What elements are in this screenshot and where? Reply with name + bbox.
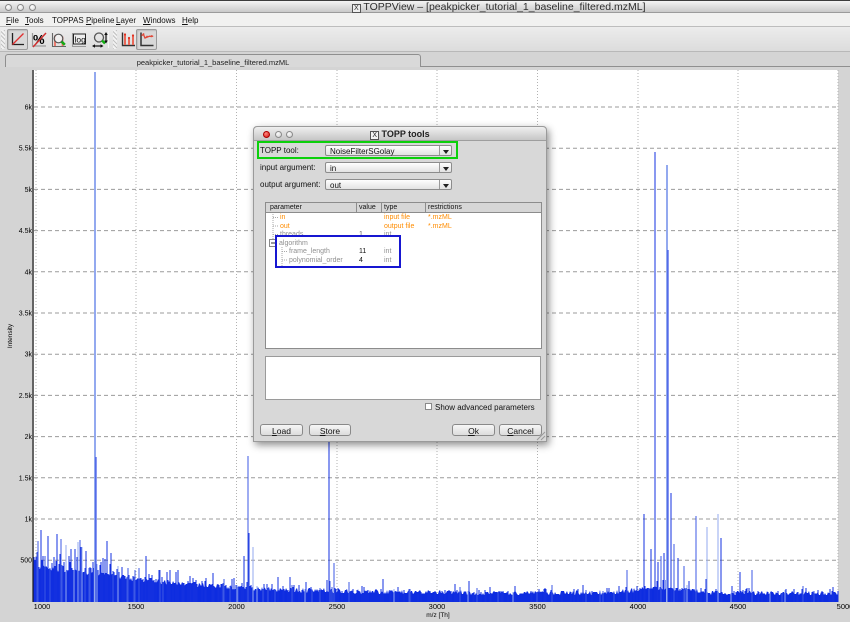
svg-text:2k: 2k (25, 434, 33, 441)
svg-text:Intensity: Intensity (7, 323, 14, 348)
svg-text:3000: 3000 (429, 602, 446, 611)
svg-text:1000: 1000 (34, 602, 51, 611)
svg-text:2500: 2500 (329, 602, 346, 611)
svg-text:5000: 5000 (837, 602, 850, 611)
svg-text:500: 500 (20, 558, 32, 565)
svg-text:2.5k: 2.5k (19, 393, 33, 400)
svg-text:1.5k: 1.5k (19, 475, 33, 482)
svg-text:4000: 4000 (630, 602, 647, 611)
svg-text:m/z [Th]: m/z [Th] (426, 612, 450, 619)
svg-text:6k: 6k (25, 105, 33, 112)
svg-text:4k: 4k (25, 269, 33, 276)
svg-text:1500: 1500 (128, 602, 145, 611)
svg-text:1k: 1k (25, 517, 33, 524)
svg-text:2000: 2000 (228, 602, 245, 611)
svg-text:3.5k: 3.5k (19, 311, 33, 318)
svg-text:3k: 3k (25, 352, 33, 359)
svg-text:3500: 3500 (529, 602, 546, 611)
svg-text:5k: 5k (25, 187, 33, 194)
svg-text:log: log (74, 34, 86, 44)
svg-text:4500: 4500 (730, 602, 747, 611)
svg-text:4.5k: 4.5k (19, 228, 33, 235)
svg-text:5.5k: 5.5k (19, 146, 33, 153)
